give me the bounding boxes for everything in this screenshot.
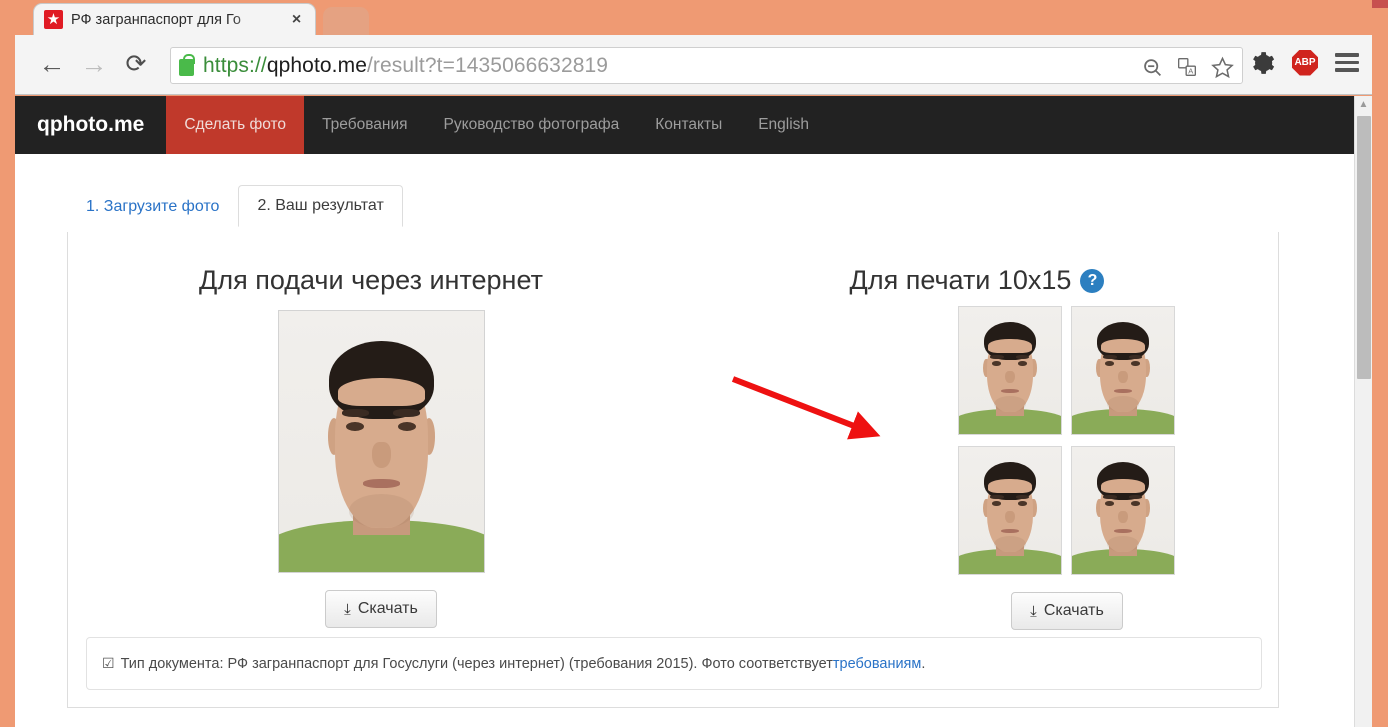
svg-text:A: A <box>1188 66 1193 75</box>
site-favicon-icon: ★ <box>44 10 63 29</box>
page-viewport: qphoto.me Сделать фото Требования Руково… <box>15 96 1372 727</box>
url-scheme: https:// <box>203 53 267 77</box>
tab-your-result[interactable]: 2. Ваш результат <box>238 185 403 227</box>
close-icon[interactable]: × <box>288 11 305 28</box>
browser-menu-icon[interactable] <box>1335 53 1359 72</box>
zoom-out-icon[interactable] <box>1140 55 1164 79</box>
scrollbar-up-arrow[interactable]: ▲ <box>1355 96 1372 113</box>
heading-internet-submission-text: Для подачи через интернет <box>199 265 543 295</box>
browser-tab-strip: ★ РФ загранпаспорт для Го × <box>15 0 1372 35</box>
browser-toolbar: ← → ⟳ https://qphoto.me/result?t=1435066… <box>15 35 1372 95</box>
result-card: Для подачи через интернет ⤓ Скачать Для … <box>67 232 1279 708</box>
step-tabs: 1. Загрузите фото 2. Ваш результат <box>67 184 403 227</box>
desktop-background-right <box>1372 0 1388 727</box>
browser-actions: ABP <box>1248 49 1359 76</box>
help-icon[interactable]: ? <box>1080 268 1105 293</box>
site-navbar: qphoto.me Сделать фото Требования Руково… <box>15 96 1354 154</box>
notice-text: Тип документа: РФ загранпаспорт для Госу… <box>120 655 833 672</box>
bookmark-star-icon[interactable] <box>1210 55 1234 79</box>
site-brand[interactable]: qphoto.me <box>15 96 166 154</box>
download-button-internet[interactable]: ⤓ Скачать <box>325 590 437 628</box>
page-scrollbar[interactable]: ▲ <box>1354 96 1372 727</box>
tab-upload-photo[interactable]: 1. Загрузите фото <box>67 186 238 227</box>
notice-suffix: . <box>921 655 926 672</box>
url-host: qphoto.me <box>266 53 367 77</box>
passport-photo-grid-cell <box>958 446 1062 575</box>
adblock-plus-icon[interactable]: ABP <box>1292 49 1318 76</box>
passport-photo-grid <box>958 306 1178 575</box>
heading-internet-submission: Для подачи через интернет <box>68 267 674 294</box>
new-tab-button[interactable] <box>323 7 369 35</box>
scrollbar-thumb[interactable] <box>1357 116 1371 379</box>
download-button-internet-label: Скачать <box>357 600 418 617</box>
requirements-link[interactable]: требованиям <box>833 656 922 672</box>
browser-window: ★ РФ загранпаспорт для Го × ← → ⟳ https:… <box>15 0 1372 727</box>
nav-item-requirements[interactable]: Требования <box>304 96 425 154</box>
back-button[interactable]: ← <box>31 44 73 86</box>
column-print-10x15: Для печати 10x15 ? ⤓ Скачать <box>674 232 1280 630</box>
document-type-notice: ☑ Тип документа: РФ загранпаспорт для Го… <box>86 637 1262 690</box>
nav-item-make-photo[interactable]: Сделать фото <box>166 96 305 154</box>
passport-photo-main <box>278 310 485 573</box>
reload-button[interactable]: ⟳ <box>115 44 157 86</box>
column-internet-submission: Для подачи через интернет ⤓ Скачать <box>68 232 674 628</box>
nav-item-contacts[interactable]: Контакты <box>637 96 740 154</box>
nav-item-english[interactable]: English <box>740 96 827 154</box>
checkbox-checked-icon: ☑ <box>102 655 115 671</box>
passport-photo-grid-cell <box>1071 446 1175 575</box>
page-body: 1. Загрузите фото 2. Ваш результат Для п… <box>15 154 1354 727</box>
download-button-print[interactable]: ⤓ Скачать <box>1011 592 1123 630</box>
browser-tab[interactable]: ★ РФ загранпаспорт для Го × <box>33 3 316 35</box>
nav-item-photographer-guide[interactable]: Руководство фотографа <box>426 96 638 154</box>
download-icon: ⤓ <box>1030 602 1037 620</box>
url-path: /result?t=1435066632819 <box>366 53 609 77</box>
padlock-icon <box>179 53 195 76</box>
translate-icon[interactable]: A <box>1175 55 1199 79</box>
address-bar[interactable]: https://qphoto.me/result?t=1435066632819… <box>170 47 1243 84</box>
omnibox-icons: A <box>1140 55 1234 79</box>
heading-print-10x15: Для печати 10x15 ? <box>674 267 1280 294</box>
screen: ★ РФ загранпаспорт для Го × ← → ⟳ https:… <box>0 0 1388 727</box>
download-icon: ⤓ <box>344 600 351 618</box>
browser-tab-title: РФ загранпаспорт для Го <box>71 11 241 28</box>
download-button-print-label: Скачать <box>1043 602 1104 619</box>
url-text: https://qphoto.me/result?t=1435066632819 <box>203 54 608 78</box>
desktop-background-left <box>0 0 15 727</box>
forward-button[interactable]: → <box>73 44 115 86</box>
passport-photo-grid-cell <box>958 306 1062 435</box>
gear-icon[interactable] <box>1248 49 1275 76</box>
passport-photo-grid-cell <box>1071 306 1175 435</box>
heading-print-10x15-text: Для печати 10x15 <box>849 265 1072 295</box>
